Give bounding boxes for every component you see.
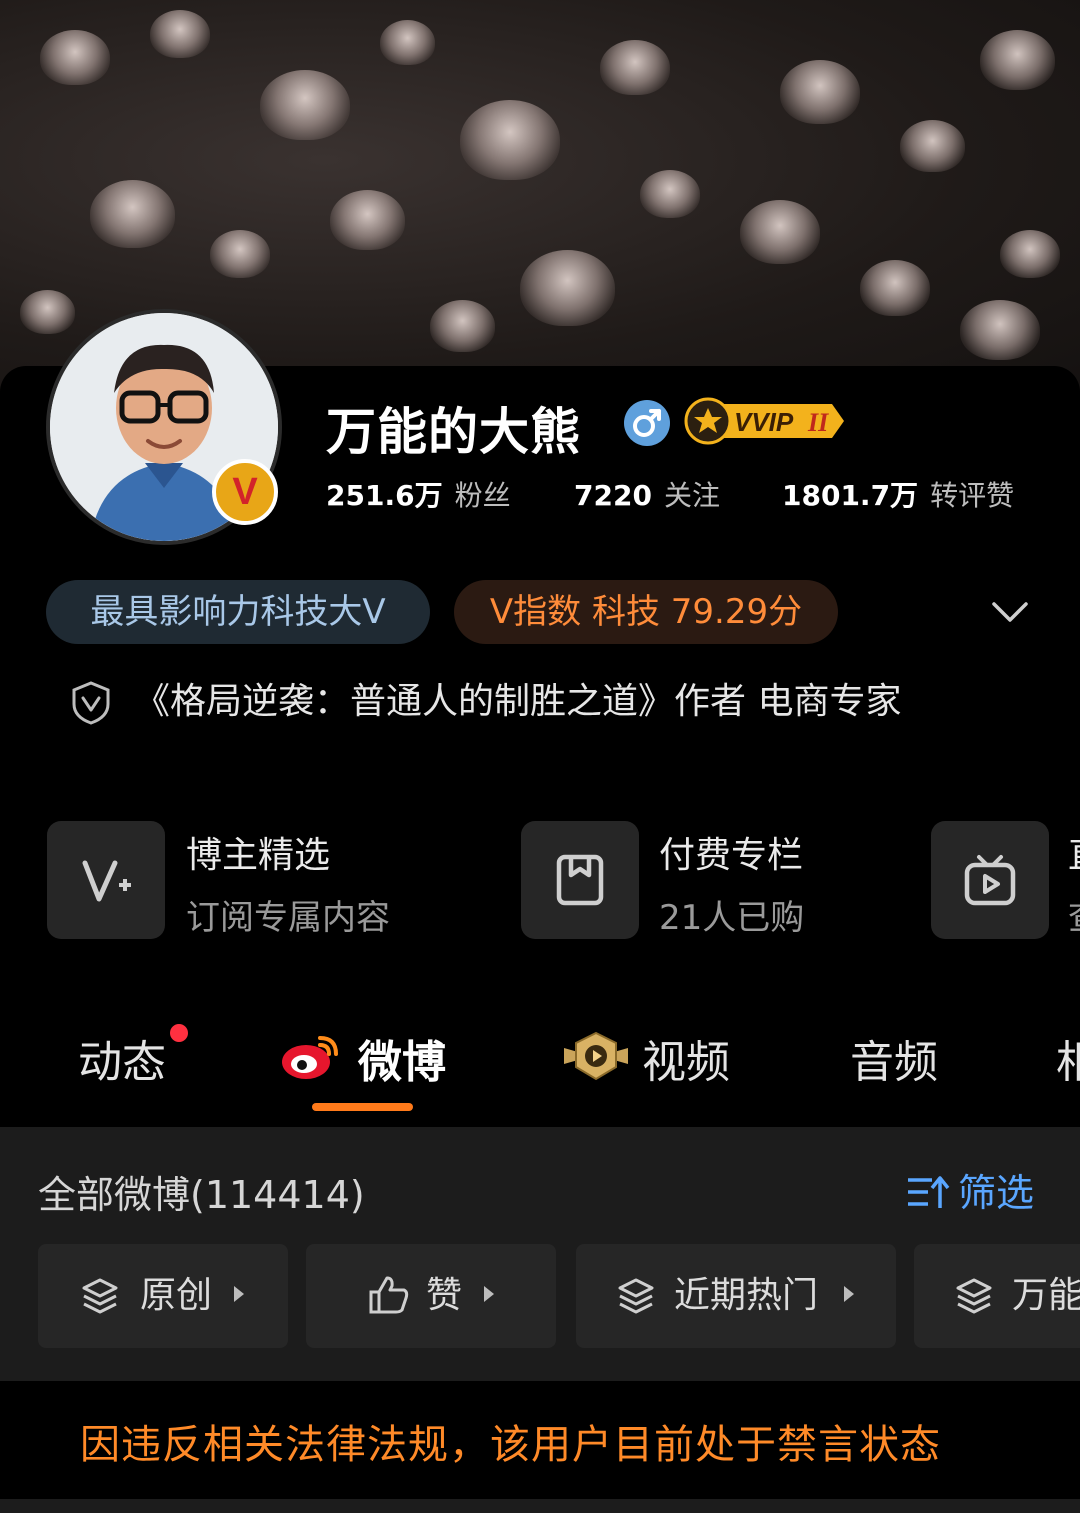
verified-badge[interactable]: V: [212, 459, 278, 525]
banner-decoration: [430, 300, 495, 352]
banner-decoration: [1000, 230, 1060, 278]
bottom-divider: [0, 1499, 1080, 1513]
tab-video[interactable]: 视频: [642, 1026, 730, 1090]
chip-label: 原创: [140, 1275, 213, 1316]
shield-v-icon: [70, 680, 112, 726]
chip-like[interactable]: 赞: [306, 1244, 556, 1348]
caret-right-icon: [844, 1286, 854, 1302]
caret-right-icon: [484, 1286, 494, 1302]
banner-decoration: [960, 300, 1040, 360]
feed-title: 全部微博(114414): [38, 1173, 365, 1217]
chip-recent-hot[interactable]: 近期热门: [576, 1244, 896, 1348]
card-subtitle: 查: [1068, 890, 1080, 939]
layers-icon: [618, 1278, 654, 1314]
banner-decoration: [980, 30, 1055, 90]
stat-following[interactable]: 7220 关注: [574, 474, 720, 514]
stat-number: 1801.7万: [782, 479, 919, 512]
banner-decoration: [740, 200, 820, 264]
layers-icon: [956, 1278, 992, 1314]
ban-notice: 因违反相关法律法规，该用户目前处于禁言状态: [80, 1422, 941, 1468]
banner-decoration: [260, 70, 350, 140]
tab-audio[interactable]: 音频: [850, 1026, 938, 1090]
tab-dynamic[interactable]: 动态: [78, 1026, 166, 1090]
active-tab-indicator: [312, 1103, 413, 1111]
banner-decoration: [40, 30, 110, 85]
tab-weibo[interactable]: 微博: [358, 1026, 446, 1090]
bookmark-icon[interactable]: [521, 821, 639, 939]
stat-followers[interactable]: 251.6万 粉丝: [326, 474, 511, 514]
chip-label: 近期热门: [674, 1275, 819, 1316]
stat-label: 关注: [663, 479, 720, 512]
weibo-logo-icon: [280, 1030, 342, 1082]
thumbs-up-icon: [369, 1276, 409, 1314]
stat-reposts-likes[interactable]: 1801.7万 转评赞: [782, 474, 1014, 514]
layers-icon: [82, 1278, 118, 1314]
caret-right-icon: [234, 1286, 244, 1302]
banner-decoration: [460, 100, 560, 180]
vvip-label: VVIP: [734, 407, 794, 437]
vvip-badge[interactable]: VVIP II: [682, 396, 844, 446]
profile-bio: 《格局逆袭：普通人的制胜之道》作者 电商专家: [134, 681, 902, 722]
notification-dot: [167, 1021, 191, 1045]
video-badge-icon: [562, 1030, 630, 1082]
filter-button[interactable]: 筛选: [906, 1162, 1034, 1217]
banner-decoration: [860, 260, 930, 316]
influence-tag[interactable]: 最具影响力科技大V: [46, 580, 430, 644]
chip-original[interactable]: 原创: [38, 1244, 288, 1348]
card-title[interactable]: 博主精选: [186, 826, 330, 878]
stat-number: 251.6万: [326, 479, 443, 512]
tv-icon[interactable]: [931, 821, 1049, 939]
stat-label: 转评赞: [930, 479, 1015, 512]
male-gender-icon: [624, 400, 670, 446]
banner-decoration: [150, 10, 210, 58]
banner-decoration: [600, 40, 670, 95]
filter-icon: [908, 1176, 950, 1208]
stat-number: 7220: [574, 479, 652, 512]
banner-decoration: [380, 20, 435, 65]
tab-album[interactable]: 相: [1056, 1026, 1080, 1090]
profile-name: 万能的大熊: [326, 403, 581, 461]
banner-decoration: [640, 170, 700, 218]
chevron-down-icon[interactable]: [990, 594, 1030, 628]
banner-decoration: [900, 120, 965, 172]
card-subtitle: 21人已购: [659, 898, 805, 938]
banner-decoration: [20, 290, 75, 334]
chip-wanneng[interactable]: 万能: [914, 1244, 1080, 1348]
v-plus-icon[interactable]: [47, 821, 165, 939]
chip-label: 万能: [1012, 1275, 1080, 1316]
banner-decoration: [90, 180, 175, 248]
banner-decoration: [210, 230, 270, 278]
v-index-tag[interactable]: V指数 科技 79.29分: [454, 580, 838, 644]
card-title[interactable]: 付费专栏: [659, 826, 803, 878]
stat-label: 粉丝: [454, 479, 511, 512]
card-subtitle: 订阅专属内容: [186, 898, 390, 938]
chip-label: 赞: [426, 1275, 463, 1316]
vvip-level: II: [807, 408, 829, 437]
card-title[interactable]: 直: [1068, 826, 1080, 878]
banner-decoration: [780, 60, 860, 124]
filter-label: 筛选: [958, 1171, 1035, 1215]
banner-decoration: [330, 190, 405, 250]
banner-decoration: [520, 250, 615, 326]
